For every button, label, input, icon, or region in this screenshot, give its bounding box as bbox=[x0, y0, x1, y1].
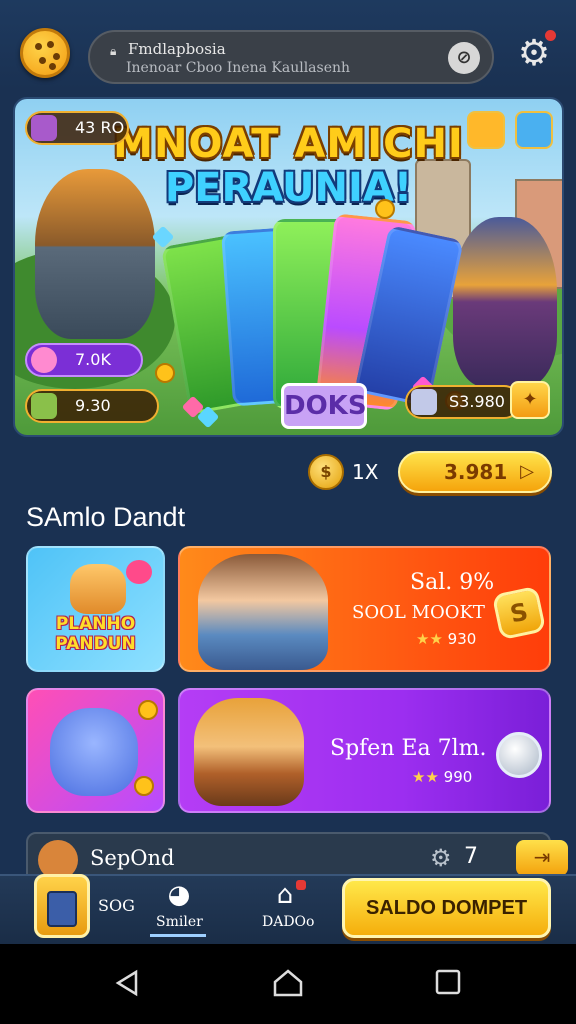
bottom-nav: SOG ◕ Smiler ⌂ DADOo SALDO DOMPET bbox=[0, 874, 576, 944]
back-icon[interactable] bbox=[112, 968, 142, 998]
gold-coin-icon[interactable]: S bbox=[491, 585, 547, 641]
settings-gear-icon[interactable]: ⚙ bbox=[514, 30, 556, 74]
wallet-balance-button[interactable]: SALDO DOMPET bbox=[342, 878, 551, 938]
game-tile-sal[interactable]: Sal. 9% SOOL MOOKT ★★ 930 S bbox=[178, 546, 551, 672]
shield-icon[interactable] bbox=[467, 111, 505, 149]
recents-icon[interactable] bbox=[434, 968, 462, 996]
game-tile-planho[interactable]: PLANHO PANDUN bbox=[26, 546, 165, 672]
stat-pill-mid-left: 7.0K bbox=[25, 343, 143, 377]
star-button[interactable]: ✦ bbox=[510, 381, 550, 419]
star-icon: ★★ bbox=[416, 630, 448, 648]
avatar-icon bbox=[31, 115, 57, 141]
search-title: Fmdlapbosia bbox=[128, 40, 226, 58]
tile-logo-line1: PLANHO bbox=[55, 614, 136, 634]
hero-banner[interactable]: MNOAT AMICHI PERAUNIA! DOKS 43 RO 7.0K 9… bbox=[13, 97, 564, 437]
play-arrow-icon: ▷ bbox=[520, 461, 534, 482]
gem-icon bbox=[411, 389, 437, 415]
go-arrow-button[interactable]: ⇥ bbox=[516, 840, 568, 876]
puppy-character bbox=[70, 564, 126, 614]
wolf-warrior-character bbox=[35, 169, 155, 339]
heart-icon bbox=[126, 560, 152, 584]
stat-pill-bottom-right: S3.980 bbox=[405, 385, 521, 419]
stat-pill-top-left: 43 RO bbox=[25, 111, 129, 145]
clear-search-icon[interactable]: ⊘ bbox=[448, 42, 480, 74]
warrior-icon bbox=[31, 393, 57, 419]
fox-character bbox=[194, 698, 304, 806]
coin-icon: $ bbox=[308, 454, 344, 490]
cat-icon bbox=[31, 347, 57, 373]
castle-door bbox=[47, 891, 77, 927]
coin-icon bbox=[134, 776, 154, 796]
banner-center-badge: DOKS bbox=[281, 383, 367, 429]
fox-knight-character bbox=[453, 217, 557, 387]
tile-logo-line2: PANDUN bbox=[55, 634, 136, 654]
nav-item-dadoo[interactable]: DADOo bbox=[262, 914, 314, 930]
promo-count: 7 bbox=[464, 844, 478, 869]
tile-rating: ★★ 930 bbox=[416, 630, 477, 648]
game-tile-spfen[interactable]: Spfen Ea 7lm. ★★ 990 bbox=[178, 688, 551, 813]
notification-dot bbox=[296, 880, 306, 890]
star-icon: ★★ bbox=[412, 768, 444, 786]
section-title: SAmlo Dandt bbox=[26, 502, 186, 532]
notification-dot bbox=[545, 30, 556, 41]
promo-label: SepOnd bbox=[90, 846, 175, 870]
system-navigation-bar bbox=[0, 944, 576, 1024]
tile-rating: ★★ 990 bbox=[412, 768, 473, 786]
coin-icon bbox=[375, 199, 395, 219]
top-bar: 🔒︎ Fmdlapbosia Inenoar Cboo Inena Kaulla… bbox=[0, 0, 576, 90]
nav-item-smiler[interactable]: Smiler bbox=[156, 914, 203, 930]
coin-value-button[interactable]: 3.981 ▷ bbox=[398, 451, 552, 493]
blue-bear-character bbox=[50, 708, 138, 796]
coin-multiplier: 1X bbox=[352, 460, 379, 484]
hero-character bbox=[198, 554, 328, 670]
globe-icon[interactable]: ◕ bbox=[162, 880, 196, 910]
tile-title: Sal. 9% bbox=[410, 570, 495, 595]
tile-title: Spfen Ea 7lm. bbox=[330, 736, 487, 761]
nav-item-sog[interactable]: SOG bbox=[98, 896, 135, 915]
lock-icon: 🔒︎ bbox=[110, 44, 117, 58]
home-icon[interactable] bbox=[272, 968, 304, 998]
gear-icon: ⚙ bbox=[430, 844, 452, 872]
profile-icon[interactable] bbox=[515, 111, 553, 149]
game-tile-bear[interactable] bbox=[26, 688, 165, 813]
nav-home-castle-icon[interactable] bbox=[34, 874, 90, 938]
coin-icon bbox=[155, 363, 175, 383]
search-bar[interactable]: 🔒︎ Fmdlapbosia Inenoar Cboo Inena Kaulla… bbox=[88, 30, 494, 84]
tile-subtitle: SOOL MOOKT bbox=[352, 602, 485, 623]
stat-pill-bottom-left: 9.30 bbox=[25, 389, 159, 423]
app-logo-button[interactable] bbox=[20, 28, 70, 78]
search-subtitle: Inenoar Cboo Inena Kaullasenh bbox=[126, 60, 351, 76]
coin-icon bbox=[138, 700, 158, 720]
nav-active-indicator bbox=[150, 934, 206, 937]
silver-coin-icon[interactable] bbox=[496, 732, 542, 778]
